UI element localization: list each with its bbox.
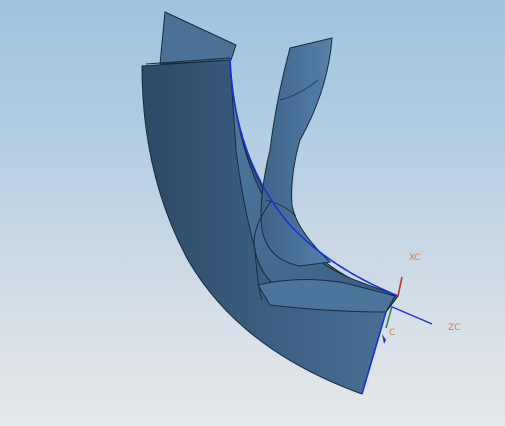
z-axis-label: ZC	[448, 323, 460, 333]
y-axis-arrow-icon	[382, 334, 386, 344]
x-axis-label: XC	[409, 253, 421, 263]
y-axis-label: C	[389, 328, 395, 338]
left-blade-surface[interactable]	[159, 11, 237, 65]
graphics-viewport[interactable]: XC ZC C	[0, 0, 505, 426]
x-axis-line	[397, 276, 403, 297]
cad-scene: XC ZC C	[141, 11, 460, 395]
z-axis-line	[389, 305, 433, 325]
